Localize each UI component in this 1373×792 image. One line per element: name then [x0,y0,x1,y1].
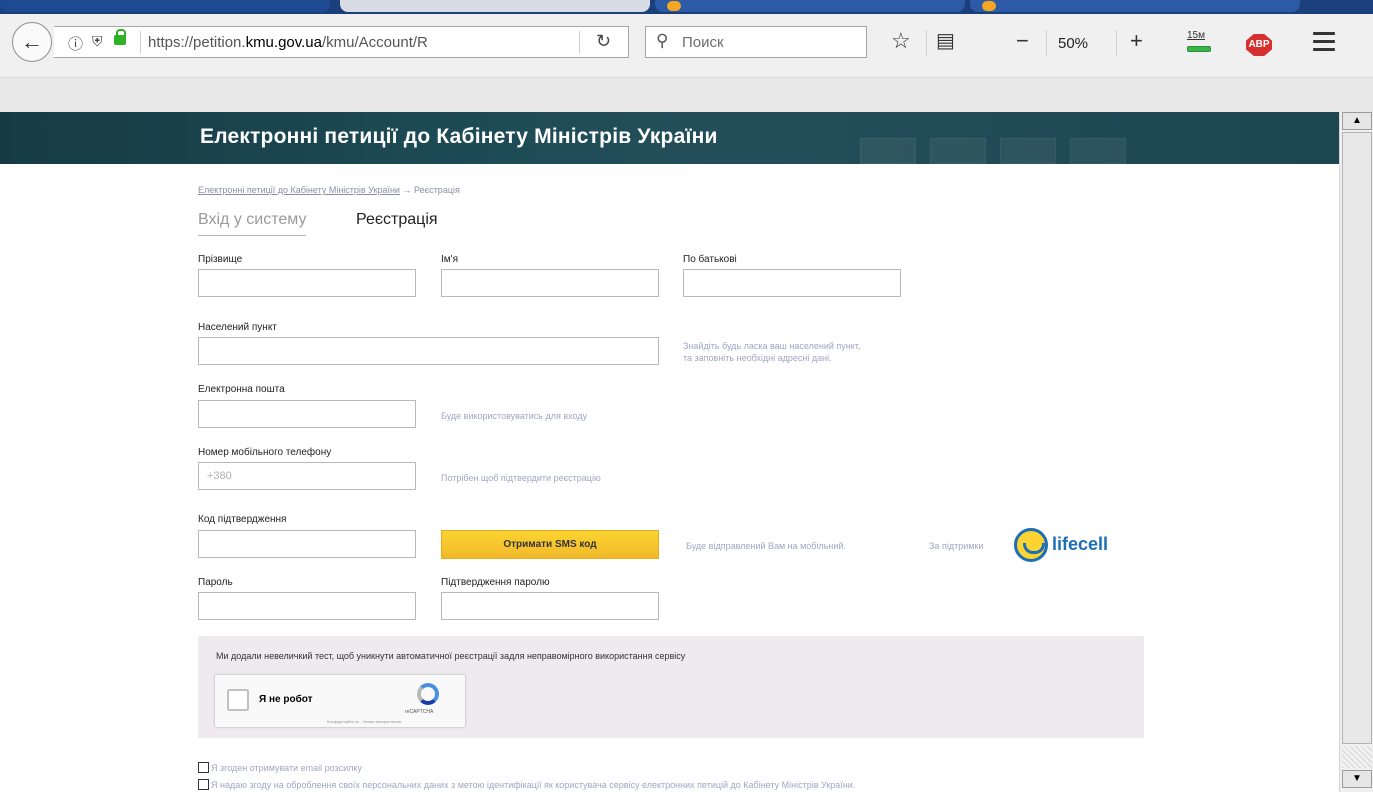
toolbar-separator [1116,30,1117,56]
support-label: За підтримки [929,541,984,551]
phone-hint: Потрібен щоб підтвердити реєстрацію [441,473,601,483]
email-hint: Буде використовуватись для входу [441,411,588,421]
header-building-decor [1000,138,1056,164]
search-bar[interactable]: ⚲ Поиск [645,26,867,58]
search-icon: ⚲ [656,31,669,50]
search-placeholder: Поиск [682,34,724,51]
phone-field[interactable]: +380 [198,462,416,490]
breadcrumb-current: Реєстрація [413,185,460,195]
get-sms-code-button[interactable]: Отримати SMS код [441,530,659,559]
locality-hint-line1: Знайдіть будь ласка ваш населений пункт, [683,341,861,351]
lifecell-logo-text: lifecell [1052,534,1109,554]
scrollbar-thumb[interactable] [1342,132,1372,744]
recaptcha-widget: Я не робот reCAPTCHA Конфіденційність - … [214,674,466,728]
password-confirm-label: Підтвердження паролю [441,577,550,588]
newsletter-checkbox[interactable] [198,762,209,773]
toolbar-separator [1046,30,1047,56]
surname-field[interactable] [198,269,416,297]
scrollbar-track[interactable] [1342,746,1372,768]
scroll-up-icon[interactable]: ▲ [1342,112,1372,130]
phone-label: Номер мобільного телефону [198,447,332,458]
url-path: /kmu/Account/R [322,34,428,51]
locality-hint-line2: та заповніть необхідні адресні дані. [683,353,832,363]
tab-login[interactable]: Вхід у систему [198,211,307,236]
tracking-shield-icon[interactable]: ⛨ [92,33,103,50]
url-bar[interactable]: ⓘ ⛨ https://petition.kmu.gov.ua/kmu/Acco… [54,26,629,58]
toolbar-separator [926,30,927,56]
password-label: Пароль [198,577,233,588]
code-field[interactable] [198,530,416,558]
scroll-down-icon[interactable]: ▼ [1342,770,1372,788]
adblock-icon[interactable]: ABP [1246,34,1272,56]
tab-register[interactable]: Реєстрація [356,211,438,229]
url-separator [140,31,141,53]
url-separator [579,31,580,53]
breadcrumb-home-link[interactable]: Електронні петиції до Кабінету Міністрів… [198,185,400,195]
lifecell-logo-icon [1014,528,1048,562]
header-building-decor [1070,138,1126,164]
personal-data-consent-text: Я надаю згоду на оброблення своїх персон… [211,780,856,790]
recaptcha-logo-icon [417,683,439,705]
recaptcha-checkbox[interactable] [227,689,249,711]
reload-icon[interactable]: ↻ [596,31,611,52]
toolbar-spacer [0,78,1373,112]
personal-data-consent[interactable]: Я надаю згоду на оброблення своїх персон… [198,779,855,790]
phone-placeholder: +380 [207,470,232,482]
locality-label: Населений пункт [198,322,277,333]
header-building-decor [860,138,916,164]
header-building-decor [930,138,986,164]
zoom-in-icon[interactable]: + [1130,28,1143,54]
tab-favicon-icon [982,1,996,11]
name-label: Ім'я [441,254,458,265]
menu-icon[interactable] [1313,32,1335,52]
url-prefix: https://petition. [148,34,246,51]
locality-hint: Знайдіть будь ласка ваш населений пункт,… [683,340,860,364]
surname-label: Прізвище [198,254,243,265]
back-button[interactable]: ← [12,22,52,62]
recaptcha-terms-link[interactable]: Конфіденційність - Умови використання [327,719,401,724]
newsletter-consent[interactable]: Я згоден отримувати email розсилку [198,762,362,773]
locality-field[interactable] [198,337,659,365]
captcha-intro: Ми додали невеличкий тест, щоб уникнути … [216,651,686,661]
downloads-time: 15м [1187,30,1205,41]
sms-hint: Буде відправлений Вам на мобільний. [686,541,846,551]
url-text[interactable]: https://petition.kmu.gov.ua/kmu/Account/… [148,34,568,51]
browser-tab[interactable] [970,0,1300,12]
downloads-progress [1187,46,1211,52]
zoom-out-icon[interactable]: − [1016,28,1029,54]
info-icon[interactable]: ⓘ [68,33,83,54]
patronymic-field[interactable] [683,269,901,297]
password-confirm-field[interactable] [441,592,659,620]
site-title[interactable]: Електронні петиції до Кабінету Міністрів… [200,125,718,149]
url-domain: kmu.gov.ua [245,34,322,51]
email-field[interactable] [198,400,416,428]
reading-list-icon[interactable]: ▤ [936,28,955,53]
newsletter-consent-text: Я згоден отримувати email розсилку [211,763,362,773]
lock-icon[interactable] [114,29,126,45]
browser-tab[interactable] [655,0,965,12]
code-label: Код підтвердження [198,514,287,525]
name-field[interactable] [441,269,659,297]
page-scrollbar[interactable]: ▲ ▼ [1339,112,1373,792]
password-field[interactable] [198,592,416,620]
email-label: Електронна пошта [198,384,285,395]
recaptcha-brand: reCAPTCHA [405,709,434,715]
patronymic-label: По батькові [683,254,737,265]
browser-tab-strip [0,0,1373,14]
zoom-level[interactable]: 50% [1058,35,1088,52]
bookmark-star-icon[interactable]: ☆ [891,28,911,54]
tab-favicon-icon [667,1,681,11]
downloads-button[interactable]: 15м [1187,30,1213,56]
recaptcha-label: Я не робот [259,694,313,705]
browser-tab[interactable] [0,0,330,12]
browser-tab-active[interactable] [340,0,650,12]
captcha-panel: Ми додали невеличкий тест, щоб уникнути … [198,636,1144,738]
breadcrumb-arrow: → [402,185,412,195]
breadcrumb: Електронні петиції до Кабінету Міністрів… [198,185,460,195]
site-header: Електронні петиції до Кабінету Міністрів… [0,112,1339,164]
personal-data-checkbox[interactable] [198,779,209,790]
